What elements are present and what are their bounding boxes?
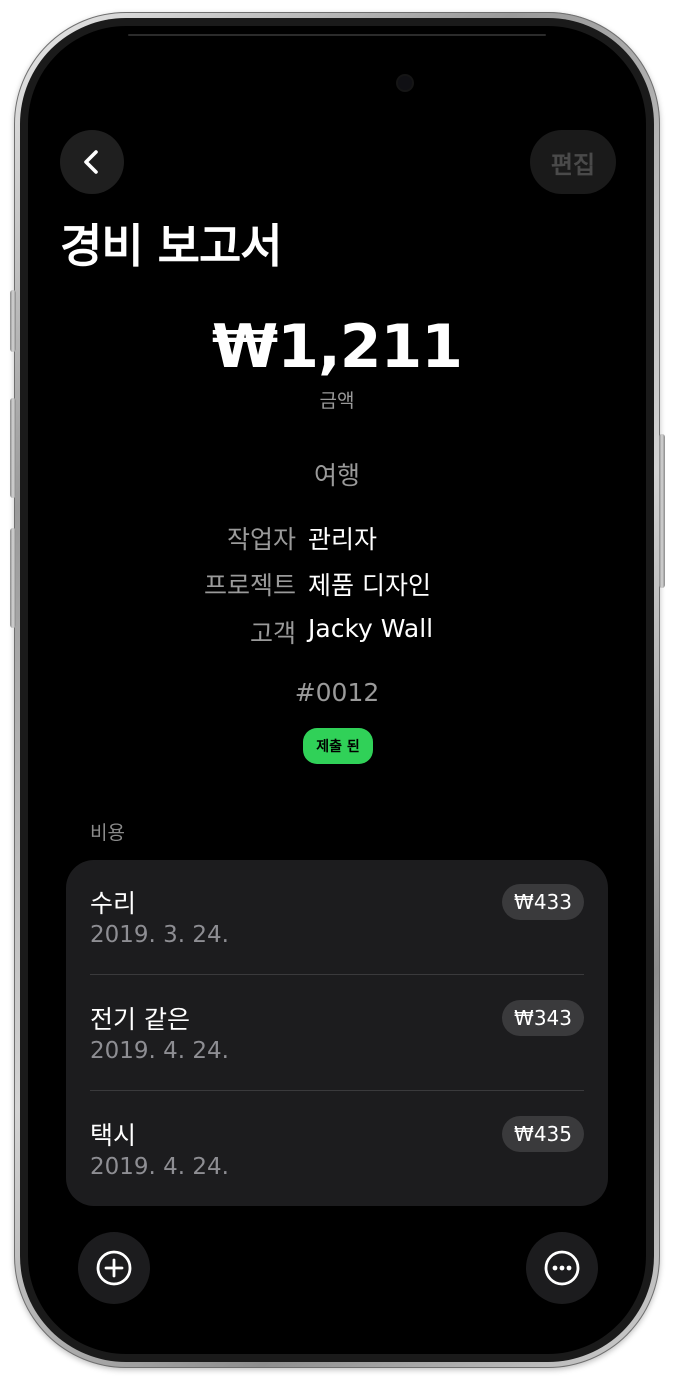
plus-circle-icon bbox=[96, 1250, 132, 1286]
report-id: #0012 bbox=[294, 678, 380, 707]
detail-row-client: 고객 Jacky Wall bbox=[28, 614, 646, 650]
expense-name: 택시 bbox=[90, 1121, 137, 1150]
expense-list: 수리 2019. 3. 24. ₩433 전기 같은 2019. 4. 24. … bbox=[66, 860, 608, 1206]
detail-row-worker: 작업자 관리자 bbox=[28, 520, 646, 556]
total-amount: ₩1,211 bbox=[212, 312, 463, 382]
expense-name: 전기 같은 bbox=[90, 1005, 190, 1034]
detail-key: 작업자 bbox=[226, 525, 296, 554]
power-button bbox=[659, 434, 665, 588]
expense-date: 2019. 3. 24. bbox=[90, 922, 229, 948]
amount-label: 금액 bbox=[319, 390, 355, 412]
detail-value: 관리자 bbox=[308, 525, 378, 554]
page-title: 경비 보고서 bbox=[60, 219, 283, 273]
detail-row-project: 프로젝트 제품 디자인 bbox=[28, 566, 646, 602]
expenses-section-label: 비용 bbox=[90, 822, 125, 844]
expense-name: 수리 bbox=[90, 889, 137, 918]
ellipsis-circle-icon bbox=[544, 1250, 580, 1286]
top-edge bbox=[128, 34, 546, 36]
expense-amount-badge: ₩435 bbox=[502, 1116, 584, 1152]
action-button bbox=[10, 290, 16, 352]
detail-key: 고객 bbox=[249, 619, 296, 648]
expense-amount-badge: ₩433 bbox=[502, 884, 584, 920]
status-badge: 제출 된 bbox=[303, 728, 373, 764]
expense-item[interactable]: 수리 2019. 3. 24. ₩433 bbox=[66, 860, 608, 975]
expense-amount-badge: ₩343 bbox=[502, 1000, 584, 1036]
expense-item[interactable]: 택시 2019. 4. 24. ₩435 bbox=[66, 1092, 608, 1206]
expense-date: 2019. 4. 24. bbox=[90, 1154, 229, 1180]
add-expense-button[interactable] bbox=[78, 1232, 150, 1304]
detail-value: Jacky Wall bbox=[308, 614, 434, 643]
detail-key: 프로젝트 bbox=[203, 571, 296, 600]
expense-item[interactable]: 전기 같은 2019. 4. 24. ₩343 bbox=[66, 976, 608, 1091]
expense-category: 여행 bbox=[313, 461, 360, 490]
expense-date: 2019. 4. 24. bbox=[90, 1038, 229, 1064]
screen: 편집 경비 보고서 ₩1,211 금액 여행 작업자 관리자 프로젝트 제품 디… bbox=[28, 26, 646, 1354]
volume-up-button bbox=[10, 398, 16, 498]
divider bbox=[90, 974, 584, 975]
chevron-left-icon bbox=[84, 150, 98, 174]
detail-value: 제품 디자인 bbox=[308, 571, 431, 600]
volume-down-button bbox=[10, 528, 16, 628]
more-options-button[interactable] bbox=[526, 1232, 598, 1304]
front-camera bbox=[398, 76, 412, 90]
edit-button[interactable]: 편집 bbox=[530, 130, 616, 194]
back-button[interactable] bbox=[60, 130, 124, 194]
divider bbox=[90, 1090, 584, 1091]
